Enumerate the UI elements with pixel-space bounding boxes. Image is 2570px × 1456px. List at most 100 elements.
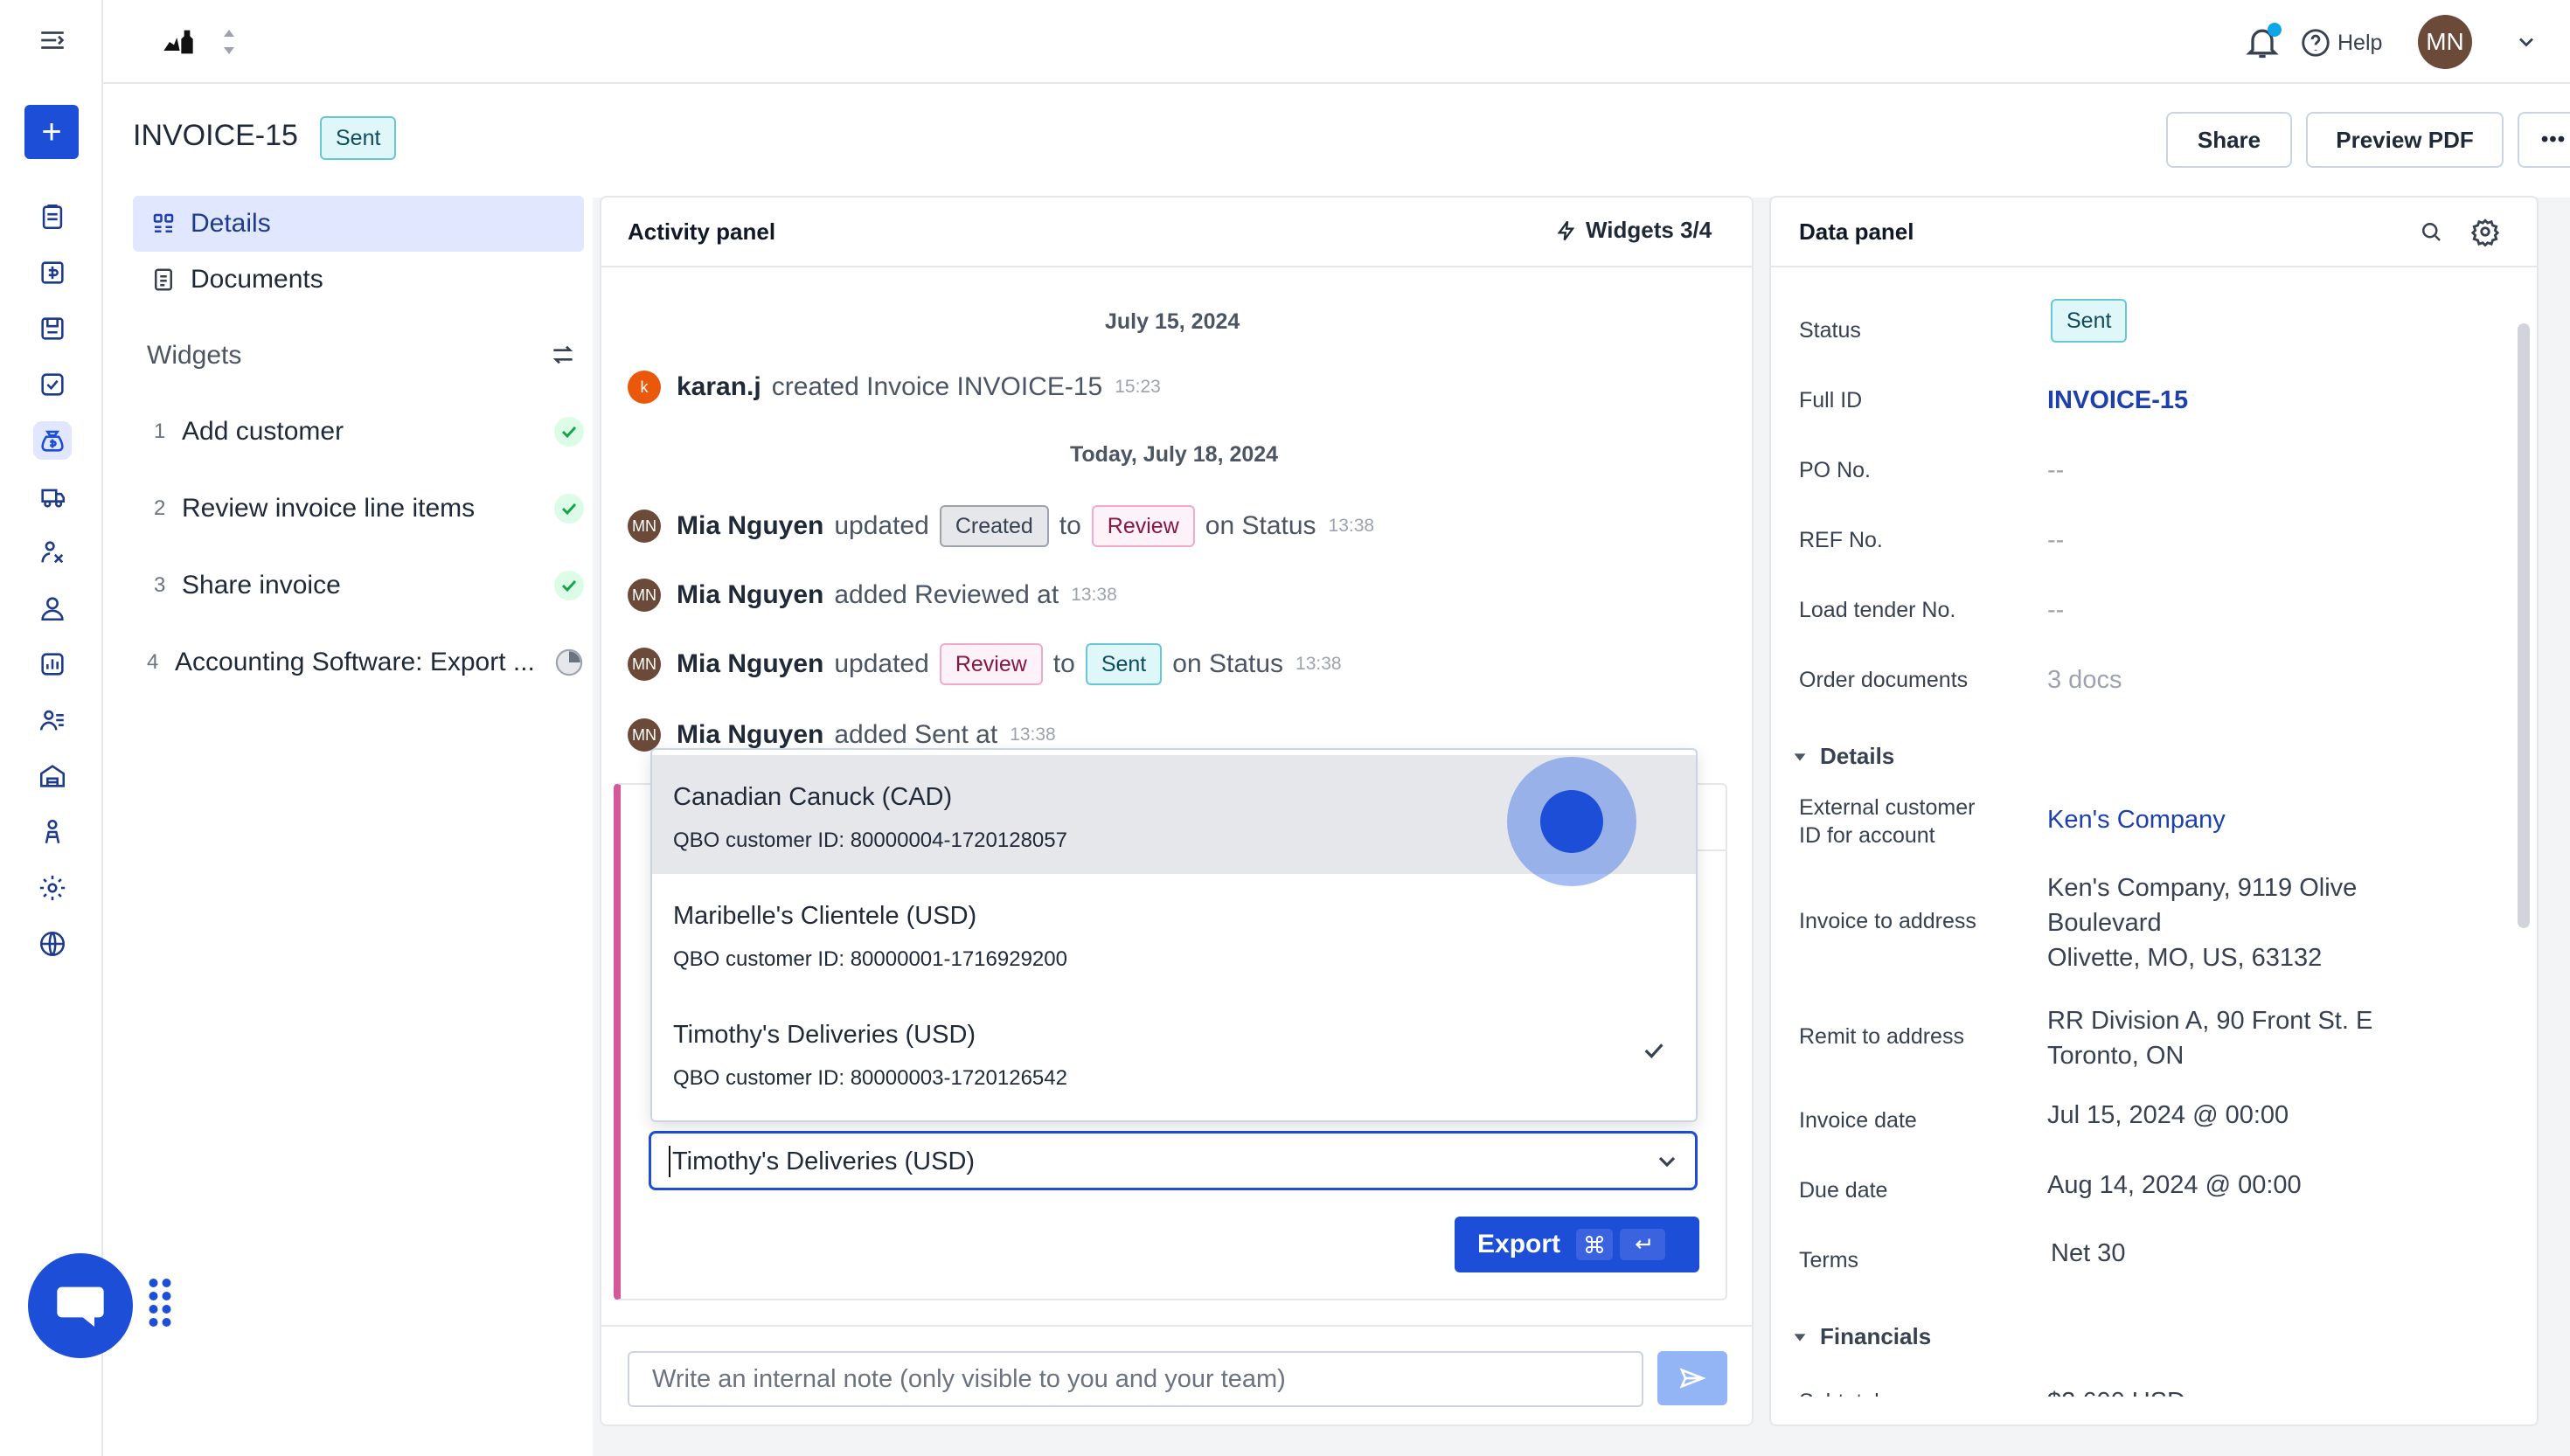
widget-item-3[interactable]: 3 Share invoice xyxy=(147,561,584,610)
remit-to-value[interactable]: RR Division A, 90 Front St. E Toronto, O… xyxy=(2047,1003,2372,1073)
due-date-value[interactable]: Aug 14, 2024 @ 00:00 xyxy=(2047,1171,2302,1200)
activity-time: 13:38 xyxy=(1295,654,1342,674)
activity-suffix: on Status xyxy=(1172,649,1284,678)
activity-entry: MN Mia Nguyen updated Review to Sent on … xyxy=(628,643,1342,685)
ref-value[interactable]: -- xyxy=(2047,526,2064,555)
internal-note-input[interactable]: Write an internal note (only visible to … xyxy=(628,1351,1643,1407)
bolt-icon xyxy=(1557,220,1575,240)
note-placeholder: Write an internal note (only visible to … xyxy=(652,1364,1286,1393)
workspace-switch-icon[interactable] xyxy=(222,28,236,56)
invoice-date-label: Invoice date xyxy=(1799,1108,1917,1133)
status-badge: Sent xyxy=(320,116,397,160)
check-circle-icon xyxy=(554,571,584,600)
command-key-icon xyxy=(1576,1229,1614,1260)
po-value[interactable]: -- xyxy=(2047,456,2064,485)
dropdown-option[interactable]: Timothy's Deliveries (USD) QBO customer … xyxy=(652,993,1696,1112)
invoices-icon[interactable] xyxy=(33,421,72,460)
avatar: MN xyxy=(628,648,661,681)
chat-launcher-button[interactable] xyxy=(28,1253,133,1358)
dropdown-option[interactable]: Maribelle's Clientele (USD) QBO customer… xyxy=(652,874,1696,993)
status-label: Status xyxy=(1799,318,1861,343)
shipments-icon[interactable] xyxy=(33,477,72,516)
terms-value[interactable]: Net 30 xyxy=(2051,1239,2125,1268)
address-line: Olivette, MO, US, 63132 xyxy=(2047,944,2323,972)
swap-icon[interactable] xyxy=(549,341,577,369)
label-line: External customer xyxy=(1799,795,1976,820)
drag-handle-icon[interactable] xyxy=(147,1276,173,1334)
workspace-logo-icon[interactable] xyxy=(161,24,205,59)
subtotal-value: $2,600 USD xyxy=(2047,1388,2185,1397)
settings-icon[interactable] xyxy=(33,869,72,907)
avatar: MN xyxy=(628,510,661,543)
tasks-icon[interactable] xyxy=(33,365,72,404)
preview-pdf-button[interactable]: Preview PDF xyxy=(2306,112,2504,168)
invoice-to-label: Invoice to address xyxy=(1799,909,1976,933)
cursor-indicator xyxy=(1507,757,1636,886)
globe-icon[interactable] xyxy=(33,925,72,963)
reports-icon[interactable] xyxy=(33,645,72,683)
activity-time: 13:38 xyxy=(1010,725,1056,745)
export-button[interactable]: Export xyxy=(1455,1217,1699,1272)
menu-collapse-icon[interactable] xyxy=(33,21,72,59)
activity-user[interactable]: Mia Nguyen xyxy=(677,511,823,541)
data-panel-title: Data panel xyxy=(1799,218,1914,245)
widgets-counter-label: Widgets 3/4 xyxy=(1586,217,1712,243)
activity-user[interactable]: Mia Nguyen xyxy=(677,580,823,610)
chevron-down-icon[interactable] xyxy=(2514,30,2539,54)
activity-to: to xyxy=(1052,649,1075,678)
customers-icon[interactable] xyxy=(33,589,72,627)
widget-item-1[interactable]: 1 Add customer xyxy=(147,407,584,456)
widgets-counter[interactable]: Widgets 3/4 xyxy=(1554,217,1712,244)
details-section-toggle[interactable]: Details xyxy=(1790,743,1894,770)
external-customer-label: External customer ID for account xyxy=(1799,794,1975,849)
widget-label: Review invoice line items xyxy=(182,494,476,523)
status-value-badge[interactable]: Sent xyxy=(2051,299,2128,343)
activity-date-1: July 15, 2024 xyxy=(1105,309,1240,334)
progress-circle-icon xyxy=(554,648,584,677)
activity-panel-header: Activity panel Widgets 3/4 xyxy=(601,198,1752,267)
external-customer-value[interactable]: Ken's Company xyxy=(2047,806,2226,835)
share-button[interactable]: Share xyxy=(2166,112,2292,168)
more-options-button[interactable]: ••• xyxy=(2518,112,2570,168)
search-icon[interactable] xyxy=(2418,218,2444,245)
financials-section-toggle[interactable]: Financials xyxy=(1790,1323,1931,1350)
full-id-value[interactable]: INVOICE-15 xyxy=(2047,386,2188,415)
gear-icon[interactable] xyxy=(2470,217,2500,246)
activity-user[interactable]: Mia Nguyen xyxy=(677,720,823,750)
order-documents-value[interactable]: 3 docs xyxy=(2047,666,2122,695)
invoice-to-value[interactable]: Ken's Company, 9119 Olive Boulevard Oliv… xyxy=(2047,870,2357,975)
caret-down-icon xyxy=(1794,1333,1806,1342)
status-badge-sent: Sent xyxy=(1085,643,1163,685)
create-button[interactable]: + xyxy=(24,105,79,159)
data-panel-scrollbar[interactable] xyxy=(2518,323,2530,928)
address-line: Toronto, ON xyxy=(2047,1042,2184,1070)
customer-select-value: Timothy's Deliveries (USD) xyxy=(672,1147,976,1175)
contacts-icon[interactable] xyxy=(33,701,72,739)
notifications-bell-icon[interactable] xyxy=(2243,23,2282,61)
carriers-icon[interactable] xyxy=(33,533,72,572)
warehouse-icon[interactable] xyxy=(33,757,72,795)
activity-user[interactable]: karan.j xyxy=(677,372,761,402)
remit-to-label: Remit to address xyxy=(1799,1024,1964,1049)
help-link[interactable]: Help xyxy=(2299,24,2382,61)
widget-item-4[interactable]: 4 Accounting Software: Export ... xyxy=(147,638,584,687)
nav-item-details[interactable]: Details xyxy=(133,196,584,252)
user-avatar[interactable]: MN xyxy=(2418,15,2472,69)
option-name: Maribelle's Clientele (USD) xyxy=(673,902,977,930)
widget-item-2[interactable]: 2 Review invoice line items xyxy=(147,484,584,533)
label-line: ID for account xyxy=(1799,823,1935,848)
nav-item-documents[interactable]: Documents xyxy=(133,252,584,308)
customer-select[interactable]: Timothy's Deliveries (USD) xyxy=(649,1131,1698,1190)
billing-icon[interactable] xyxy=(33,253,72,292)
status-badge-review: Review xyxy=(1091,505,1195,547)
activity-user[interactable]: Mia Nguyen xyxy=(677,649,823,679)
orders-icon[interactable] xyxy=(33,309,72,348)
invoice-date-value[interactable]: Jul 15, 2024 @ 00:00 xyxy=(2047,1101,2289,1130)
drivers-icon[interactable] xyxy=(33,813,72,851)
left-rail: + xyxy=(0,0,171,1456)
send-button[interactable] xyxy=(1657,1351,1727,1405)
load-tender-value[interactable]: -- xyxy=(2047,596,2064,625)
note-divider xyxy=(601,1325,1752,1327)
details-section-title: Details xyxy=(1820,743,1895,769)
loads-icon[interactable] xyxy=(33,198,72,236)
